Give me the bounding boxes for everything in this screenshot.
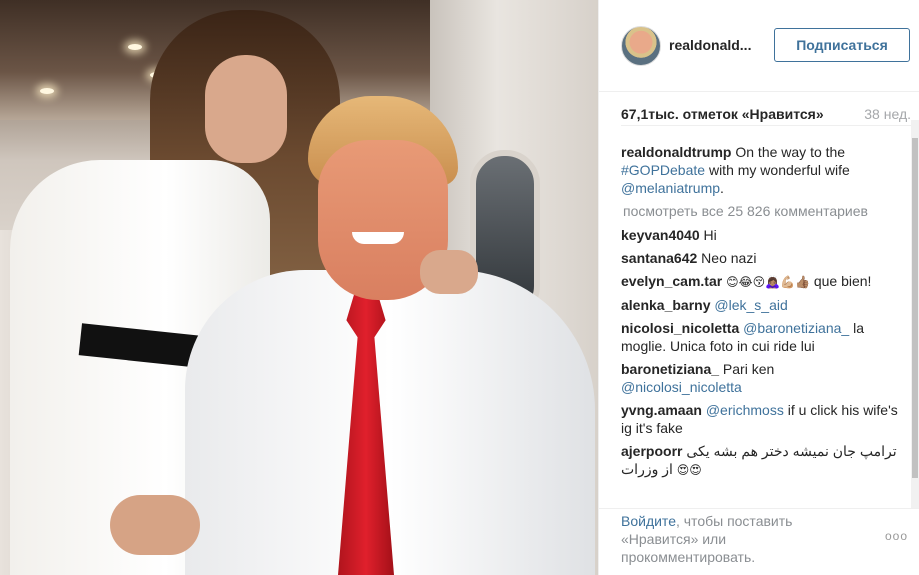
scrollbar-thumb[interactable] [912,138,918,478]
list-item: evelyn_cam.tar 😊😂😚🙇🏽‍♀️💪🏼👍🏽 que bien! [621,272,903,291]
comment-text: Pari ken [722,361,775,377]
comment-text: Hi [703,227,717,243]
woman-face [205,55,287,163]
likes-row: 67,1тыс. отметок «Нравится» 38 нед. [621,104,911,126]
post-header: realdonald... Подписаться [599,0,919,92]
list-item: ajerpoorr ترامپ جان نمیشه دختر هم بشه یک… [621,442,903,479]
ceiling-light [128,44,142,50]
comment-username[interactable]: ajerpoorr [621,443,682,459]
view-all-comments-link[interactable]: посмотреть все 25 826 комментариев [623,202,903,220]
comment-username[interactable]: realdonaldtrump [621,144,731,160]
list-item: baronetiziana_ Pari ken @nicolosi_nicole… [621,360,903,396]
caption-text: with my wonderful wife [708,162,850,178]
list-item: santana642 Neo nazi [621,249,903,267]
comment-username[interactable]: keyvan4040 [621,227,700,243]
comment-emoji: 😊😂😚🙇🏽‍♀️💪🏼👍🏽 [726,275,810,289]
comment-username[interactable]: alenka_barny [621,297,711,313]
caption: realdonaldtrump On the way to the #GOPDe… [621,143,903,197]
comment-username[interactable]: santana642 [621,250,697,266]
mention-link[interactable]: @erichmoss [706,402,784,418]
comments-list: realdonaldtrump On the way to the #GOPDe… [621,143,903,503]
man-smile [352,232,404,244]
comment-username[interactable]: yvng.amaan [621,402,702,418]
post-time[interactable]: 38 нед. [864,106,911,122]
caption-text: On the way to the [735,144,846,160]
mention-link[interactable]: @lek_s_aid [714,297,787,313]
comments-scrollbar[interactable] [911,120,919,508]
hashtag-link[interactable]: #GOPDebate [621,162,705,178]
mention-link[interactable]: @baronetiziana_ [743,320,849,336]
follow-button[interactable]: Подписаться [774,28,910,62]
list-item: nicolosi_nicoletta @baronetiziana_ la mo… [621,319,903,355]
login-prompt: Войдите, чтобы поставить «Нравится» или … [621,512,861,566]
mention-link[interactable]: @nicolosi_nicoletta [621,379,742,395]
comment-username[interactable]: nicolosi_nicoletta [621,320,739,336]
list-item: alenka_barny @lek_s_aid [621,296,903,314]
comment-emoji: 😍😍 [676,463,702,477]
woman-hand-on-shoulder [420,250,478,294]
post-footer: Войдите, чтобы поставить «Нравится» или … [599,508,919,575]
post-side-panel: realdonald... Подписаться 67,1тыс. отмет… [598,0,919,575]
comment-username[interactable]: baronetiziana_ [621,361,719,377]
comment-text: que bien! [813,273,872,289]
woman-hand [110,495,200,555]
list-item: keyvan4040 Hi [621,226,903,244]
avatar[interactable] [621,26,661,66]
post-photo[interactable] [0,0,598,575]
more-options-icon[interactable]: ooo [885,529,908,543]
list-item: yvng.amaan @erichmoss if u click his wif… [621,401,903,437]
mention-link[interactable]: @melaniatrump [621,180,720,196]
login-link[interactable]: Войдите [621,513,676,529]
comment-username[interactable]: evelyn_cam.tar [621,273,722,289]
ceiling-light [40,88,54,94]
instagram-post: realdonald... Подписаться 67,1тыс. отмет… [0,0,919,575]
caption-text: . [720,180,724,196]
username-link[interactable]: realdonald... [669,37,751,53]
likes-count[interactable]: 67,1тыс. отметок «Нравится» [621,106,824,122]
comment-text: Neo nazi [701,250,757,266]
